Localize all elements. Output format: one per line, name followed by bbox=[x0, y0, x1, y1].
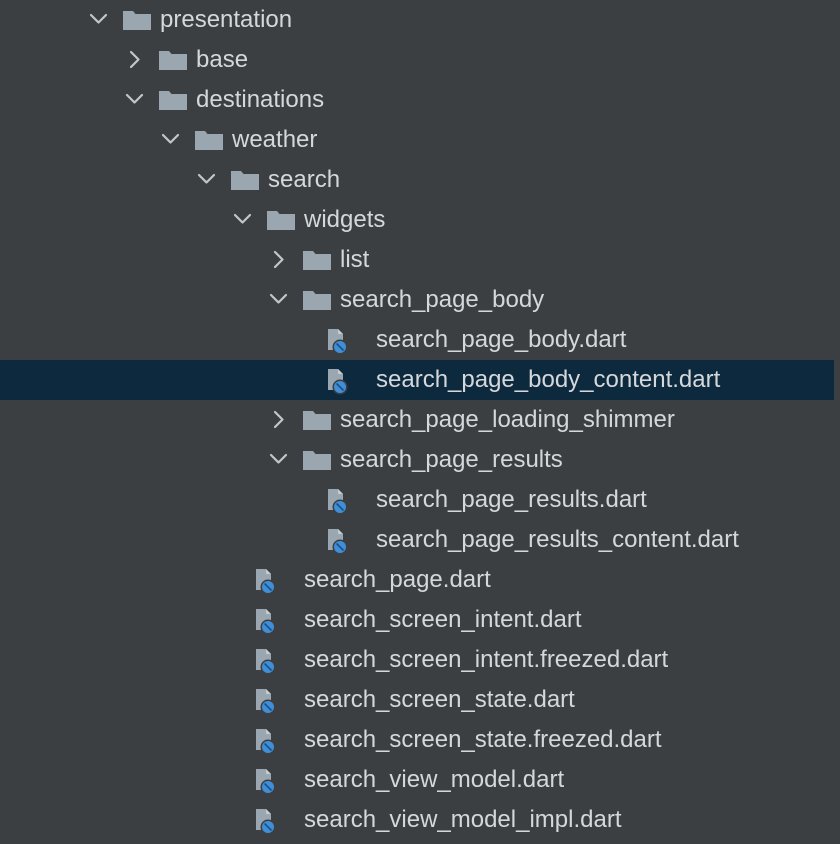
dart-file-icon bbox=[322, 520, 352, 560]
folder-icon bbox=[194, 120, 224, 160]
dart-file-icon bbox=[322, 480, 352, 520]
chevron-down-icon[interactable] bbox=[268, 440, 294, 480]
folder-icon bbox=[302, 240, 332, 280]
tree-folder-row[interactable]: search_page_loading_shimmer bbox=[0, 400, 834, 440]
folder-icon bbox=[302, 280, 332, 320]
dart-file-icon bbox=[322, 360, 352, 400]
folder-icon bbox=[266, 200, 296, 240]
tree-item-label: search_page_body_content.dart bbox=[376, 366, 721, 393]
tree-item-label: widgets bbox=[304, 206, 386, 233]
tree-folder-row[interactable]: search_page_body bbox=[0, 280, 834, 320]
tree-file-row[interactable]: search_view_model_impl.dart bbox=[0, 800, 834, 840]
tree-file-row[interactable]: search_page_body.dart bbox=[0, 320, 834, 360]
tree-item-label: search_screen_state.dart bbox=[304, 686, 575, 713]
tree-item-label: base bbox=[196, 46, 249, 73]
folder-icon bbox=[158, 80, 188, 120]
tree-item-label: search_page_body bbox=[340, 286, 545, 313]
tree-folder-row[interactable]: search_page_results bbox=[0, 440, 834, 480]
tree-item-label: presentation bbox=[160, 6, 293, 33]
tree-item-label: search_page.dart bbox=[304, 566, 491, 593]
chevron-down-icon[interactable] bbox=[268, 280, 294, 320]
tree-item-label: search_page_results_content.dart bbox=[376, 526, 739, 553]
folder-icon bbox=[302, 400, 332, 440]
tree-item-label: search_page_results.dart bbox=[376, 486, 647, 513]
chevron-down-icon[interactable] bbox=[232, 200, 258, 240]
tree-folder-row[interactable]: search bbox=[0, 160, 834, 200]
tree-folder-row[interactable]: widgets bbox=[0, 200, 834, 240]
dart-file-icon bbox=[250, 600, 280, 640]
tree-item-label: search_view_model_impl.dart bbox=[304, 806, 622, 833]
dart-file-icon bbox=[250, 800, 280, 840]
chevron-down-icon[interactable] bbox=[88, 0, 114, 40]
tree-file-row[interactable]: search_screen_state.freezed.dart bbox=[0, 720, 834, 760]
folder-icon bbox=[158, 40, 188, 80]
tree-item-label: destinations bbox=[196, 86, 325, 113]
tree-folder-row[interactable]: list bbox=[0, 240, 834, 280]
chevron-down-icon[interactable] bbox=[196, 160, 222, 200]
project-tree: presentation base destinations weather searc… bbox=[0, 0, 840, 844]
chevron-down-icon[interactable] bbox=[124, 80, 150, 120]
tree-item-label: search_page_body.dart bbox=[376, 326, 627, 353]
dart-file-icon bbox=[250, 560, 280, 600]
folder-icon bbox=[230, 160, 260, 200]
tree-item-label: search_page_results bbox=[340, 446, 563, 473]
folder-icon bbox=[302, 440, 332, 480]
dart-file-icon bbox=[250, 680, 280, 720]
dart-file-icon bbox=[250, 760, 280, 800]
dart-file-icon bbox=[250, 640, 280, 680]
tree-file-row[interactable]: search_view_model.dart bbox=[0, 760, 834, 800]
tree-folder-row[interactable]: weather bbox=[0, 120, 834, 160]
tree-folder-row[interactable]: base bbox=[0, 40, 834, 80]
tree-item-label: search_view_model.dart bbox=[304, 766, 565, 793]
tree-item-label: search_screen_state.freezed.dart bbox=[304, 726, 662, 753]
folder-icon bbox=[122, 0, 152, 40]
tree-file-row[interactable]: search_page.dart bbox=[0, 560, 834, 600]
tree-item-label: weather bbox=[232, 126, 318, 153]
tree-file-row[interactable]: search_page_body_content.dart bbox=[0, 360, 834, 400]
tree-file-row[interactable]: search_screen_state.dart bbox=[0, 680, 834, 720]
chevron-down-icon[interactable] bbox=[160, 120, 186, 160]
tree-file-row[interactable]: search_page_results_content.dart bbox=[0, 520, 834, 560]
chevron-right-icon[interactable] bbox=[268, 240, 294, 280]
tree-item-label: list bbox=[340, 246, 370, 273]
chevron-right-icon[interactable] bbox=[268, 400, 294, 440]
dart-file-icon bbox=[322, 320, 352, 360]
chevron-right-icon[interactable] bbox=[124, 40, 150, 80]
tree-folder-row[interactable]: destinations bbox=[0, 80, 834, 120]
dart-file-icon bbox=[250, 720, 280, 760]
tree-folder-row[interactable]: presentation bbox=[0, 0, 834, 40]
tree-file-row[interactable]: search_page_results.dart bbox=[0, 480, 834, 520]
tree-item-label: search_page_loading_shimmer bbox=[340, 406, 675, 433]
tree-item-label: search_screen_intent.dart bbox=[304, 606, 582, 633]
tree-item-label: search bbox=[268, 166, 341, 193]
tree-item-label: search_screen_intent.freezed.dart bbox=[304, 646, 669, 673]
tree-file-row[interactable]: search_screen_intent.freezed.dart bbox=[0, 640, 834, 680]
tree-file-row[interactable]: search_screen_intent.dart bbox=[0, 600, 834, 640]
